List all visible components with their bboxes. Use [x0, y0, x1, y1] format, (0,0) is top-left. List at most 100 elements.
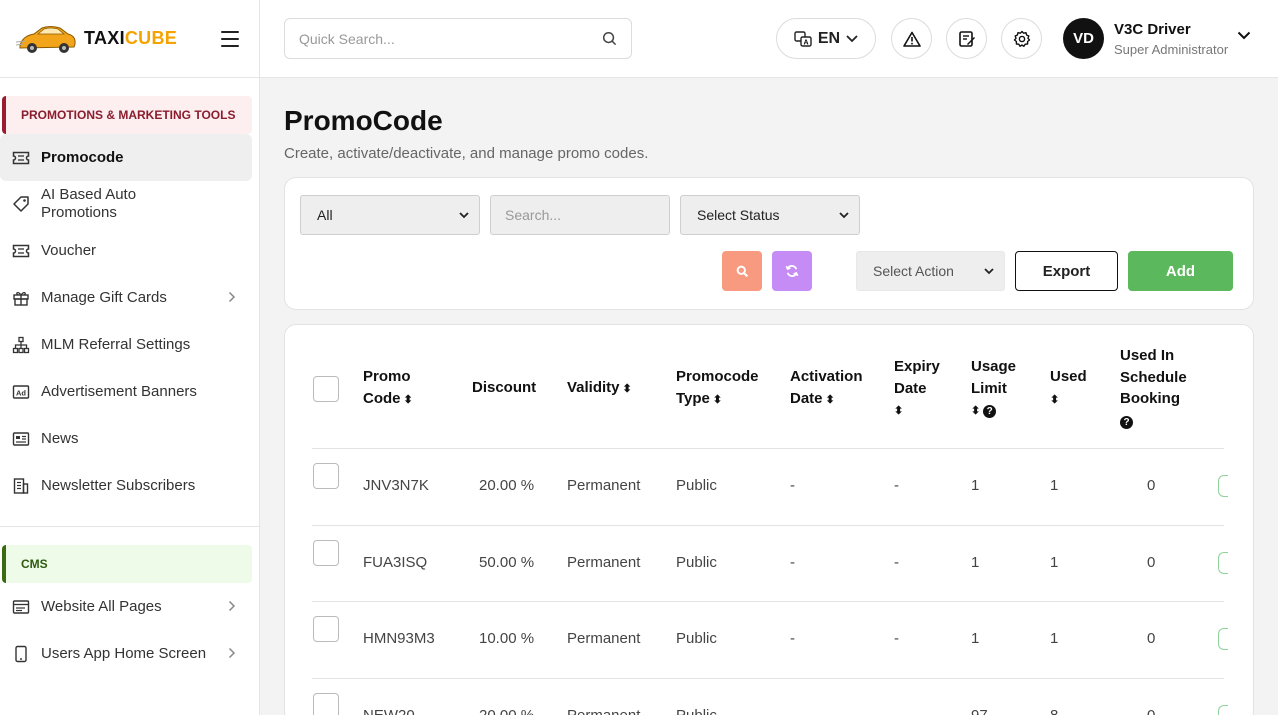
window-icon: [12, 598, 30, 616]
refresh-icon: [785, 265, 799, 277]
cell-used: 8: [1050, 706, 1059, 715]
language-selector[interactable]: A EN: [776, 18, 876, 59]
cell-type: Public: [676, 477, 717, 494]
sidebar-item-mlm-referral-settings[interactable]: MLM Referral Settings: [0, 321, 252, 368]
type-filter-value: All: [317, 207, 333, 223]
type-filter-select[interactable]: All: [300, 195, 480, 235]
reset-button[interactable]: [772, 251, 812, 291]
chevron-down-icon: [839, 211, 849, 218]
search-icon: [736, 265, 748, 277]
cell-used: 1: [1050, 630, 1059, 647]
row-checkbox[interactable]: [313, 539, 339, 566]
sidebar-item-advertisement-banners[interactable]: Ad Advertisement Banners: [0, 368, 252, 415]
sidebar-item-label: MLM Referral Settings: [41, 336, 191, 353]
user-role: Super Administrator: [1114, 42, 1229, 57]
cell-type: Public: [676, 706, 717, 715]
status-filter-select[interactable]: Select Status: [680, 195, 860, 235]
chevron-down-icon: [846, 34, 858, 42]
bulk-action-select[interactable]: Select Action: [856, 251, 1005, 291]
cell-validity: Permanent: [567, 630, 641, 647]
user-menu-chevron-down-icon[interactable]: [1237, 31, 1251, 40]
sort-icon[interactable]: ⬍: [894, 405, 903, 417]
sort-icon[interactable]: ⬍: [1050, 394, 1059, 406]
cell-validity: Permanent: [567, 553, 641, 571]
quick-search[interactable]: [284, 18, 632, 59]
column-header-promocode-type[interactable]: Promocode Type ⬍: [676, 366, 759, 411]
cell-scheduled: 0: [1147, 630, 1156, 647]
table-search-input[interactable]: Search...: [490, 195, 670, 235]
sidebar-item-label: Voucher: [41, 242, 97, 259]
cms-nav: Website All Pages Users App Home Screen: [0, 583, 259, 677]
row-divider: [312, 677, 1224, 679]
search-icon[interactable]: [602, 31, 617, 46]
cell-expiry: -: [894, 630, 899, 647]
export-button[interactable]: Export: [1015, 251, 1118, 291]
svg-text:A: A: [803, 39, 808, 46]
quick-search-input[interactable]: [299, 30, 602, 47]
cell-limit: 1: [971, 630, 980, 647]
sidebar-item-manage-gift-cards[interactable]: Manage Gift Cards: [0, 274, 252, 321]
sidebar-item-promocode[interactable]: Promocode: [0, 134, 252, 181]
language-label: EN: [817, 29, 841, 47]
row-checkbox[interactable]: [313, 616, 339, 642]
cell-activation: -: [790, 553, 795, 571]
notes-button[interactable]: [946, 18, 987, 59]
row-checkbox[interactable]: [313, 692, 339, 715]
section-header-promotions: PROMOTIONS & MARKETING TOOLS: [2, 96, 252, 134]
sidebar-item-label: AI Based Auto Promotions: [41, 186, 137, 221]
sidebar-item-news[interactable]: News: [0, 415, 252, 462]
cell-activation: -: [790, 477, 795, 494]
alert-button[interactable]: [891, 18, 932, 59]
sidebar-item-website-all-pages[interactable]: Website All Pages: [0, 583, 252, 630]
building-icon: [12, 477, 30, 495]
status-toggle[interactable]: [1218, 475, 1228, 497]
sort-icon[interactable]: ⬍: [826, 394, 835, 406]
cell-code: FUA3ISQ: [363, 553, 428, 571]
sidebar-item-newsletter-subscribers[interactable]: Newsletter Subscribers: [0, 462, 252, 509]
select-all-checkbox[interactable]: [313, 376, 339, 402]
cell-validity: Permanent: [567, 706, 641, 715]
column-header-activation-date[interactable]: Activation Date ⬍: [790, 366, 863, 411]
promo-nav: Promocode AI Based Auto Promotions Voucher…: [0, 134, 259, 509]
edit-document-icon: [958, 30, 975, 47]
sidebar-item-voucher[interactable]: Voucher: [0, 227, 252, 274]
sidebar: TAXICUBE PROMOTIONS & MARKETING TOOLS Pr…: [0, 0, 260, 715]
column-header-expiry-date[interactable]: Expiry Date ⬍: [894, 356, 940, 423]
page-title: PromoCode: [284, 105, 443, 136]
sidebar-item-users-app-home-screen[interactable]: Users App Home Screen: [0, 630, 252, 677]
column-header-validity[interactable]: Validity ⬍: [567, 377, 632, 401]
cell-discount: 10.00 %: [479, 630, 535, 647]
cell-scheduled: 0: [1147, 477, 1156, 494]
cell-limit: 97: [971, 706, 988, 715]
sidebar-item-label: Manage Gift Cards: [41, 289, 167, 306]
status-toggle[interactable]: [1218, 551, 1228, 574]
translate-icon: A: [794, 30, 812, 47]
sidebar-item-label: Users App Home Screen: [41, 645, 207, 662]
help-icon[interactable]: ?: [983, 405, 997, 419]
avatar[interactable]: VD: [1063, 18, 1104, 59]
cell-activation: -: [790, 630, 795, 647]
taxi-car-logo-icon: [16, 25, 76, 53]
section-header-cms: CMS: [2, 545, 252, 583]
sort-icon[interactable]: ⬍: [623, 383, 632, 395]
sidebar-item-label: Advertisement Banners: [41, 383, 197, 400]
row-checkbox[interactable]: [313, 463, 339, 489]
gift-icon: [12, 289, 30, 307]
hamburger-menu-icon[interactable]: [221, 31, 239, 47]
add-button[interactable]: Add: [1128, 251, 1233, 291]
column-header-used[interactable]: Used ⬍: [1050, 366, 1087, 411]
sort-icon[interactable]: ⬍: [713, 394, 722, 406]
sidebar-item-ai-based-auto-promotions[interactable]: AI Based Auto Promotions: [0, 181, 252, 227]
status-toggle[interactable]: [1218, 704, 1228, 715]
settings-button[interactable]: [1001, 18, 1042, 59]
help-icon[interactable]: ?: [1120, 415, 1133, 429]
column-header-promo-code[interactable]: Promo Code ⬍: [363, 366, 413, 411]
sidebar-item-label: News: [41, 430, 79, 447]
sort-icon[interactable]: ⬍: [971, 405, 980, 417]
status-toggle[interactable]: [1218, 628, 1228, 650]
search-button[interactable]: [722, 251, 762, 291]
row-divider: [312, 601, 1224, 602]
sort-icon[interactable]: ⬍: [404, 394, 413, 406]
column-header-usage-limit[interactable]: Usage Limit ⬍?: [971, 356, 1016, 423]
cell-scheduled: 0: [1147, 553, 1156, 571]
